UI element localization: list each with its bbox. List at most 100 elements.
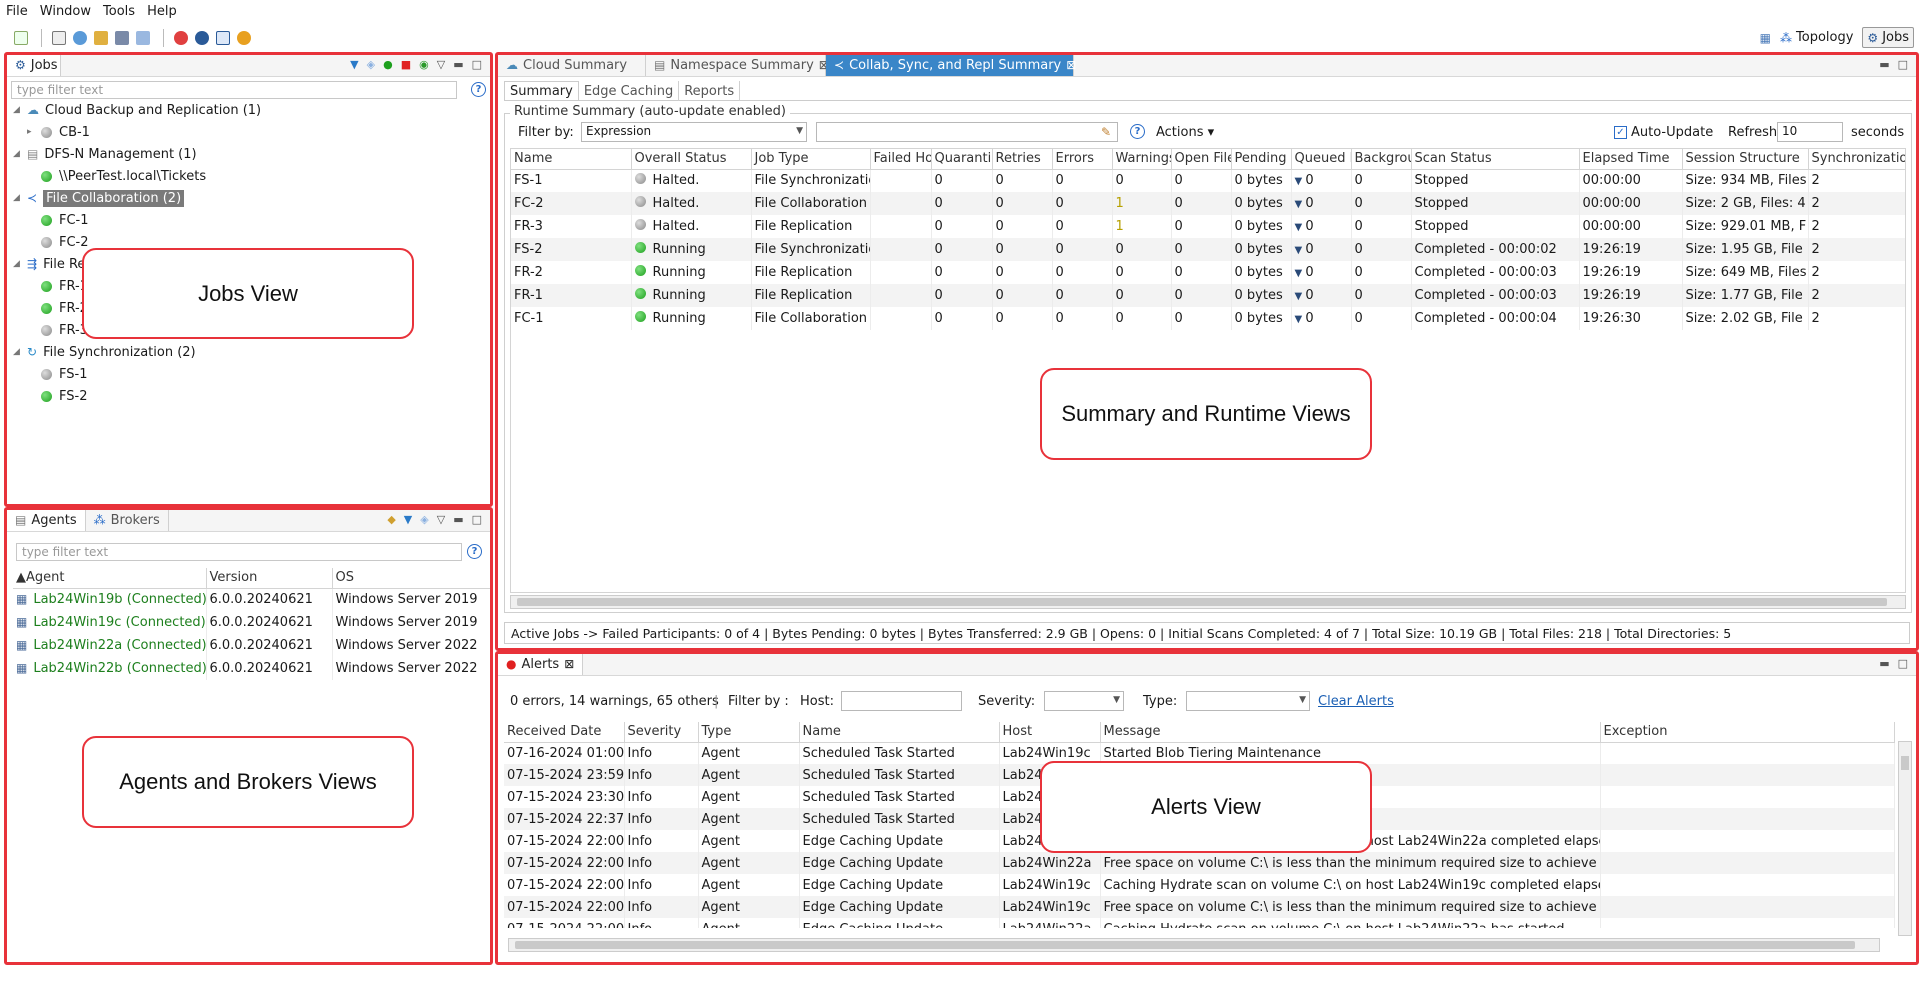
filter-by-select[interactable]: Expression ▼ <box>581 122 807 142</box>
table-row[interactable]: ▦ Lab24Win22a (Connected) 6.0.0.20240621 Wi… <box>13 634 490 657</box>
scrollbar-thumb[interactable] <box>515 941 1855 949</box>
tag-icon[interactable]: ◈ <box>367 58 375 71</box>
network-icon[interactable] <box>115 31 129 45</box>
column-header[interactable]: Retries <box>992 149 1053 170</box>
filter-expression-input[interactable] <box>816 122 1118 142</box>
severity-filter-select[interactable]: ▼ <box>1044 691 1124 711</box>
agents-icon[interactable] <box>94 31 108 45</box>
tree-job-node[interactable]: FS-2 <box>13 385 261 407</box>
expand-arrow-icon[interactable]: ◢ <box>13 259 27 269</box>
refresh-interval-spinner[interactable]: 10 <box>1777 122 1843 142</box>
alert-icon[interactable] <box>174 31 188 45</box>
menu-help[interactable]: Help <box>147 4 177 19</box>
column-header-agent[interactable]: ▲Agent <box>13 568 207 589</box>
topology-perspective-button[interactable]: ⁂ Topology <box>1775 27 1858 48</box>
column-header[interactable]: Name <box>799 722 1000 743</box>
maximize-icon[interactable]: □ <box>472 58 482 71</box>
tree-job-node[interactable]: ▸ CB-1 <box>13 121 261 143</box>
minimize-icon[interactable]: ▬ <box>1879 58 1889 71</box>
tree-group-node[interactable]: ◢ ↻ File Synchronization (2) <box>13 341 261 363</box>
minimize-icon[interactable]: ▬ <box>453 513 463 526</box>
tab-agents[interactable]: ▤ Agents <box>7 510 86 531</box>
agents-icon[interactable]: ◆ <box>387 513 395 526</box>
host-filter-input[interactable] <box>841 691 962 711</box>
tree-job-node[interactable]: FS-1 <box>13 363 261 385</box>
runtime-horizontal-scrollbar[interactable] <box>510 595 1906 609</box>
column-header[interactable]: Severity <box>624 722 699 743</box>
column-header[interactable]: Host <box>999 722 1101 743</box>
column-header[interactable]: Job Type <box>751 149 871 170</box>
new-job-icon[interactable] <box>14 31 28 45</box>
jobs-filter-input[interactable]: type filter text <box>11 81 457 99</box>
jobs-perspective-button[interactable]: ⚙ Jobs <box>1862 27 1914 48</box>
expand-arrow-icon[interactable]: ◢ <box>13 105 27 115</box>
tag-icon[interactable] <box>136 31 150 45</box>
tab-brokers[interactable]: ⁂ Brokers <box>86 510 169 531</box>
view-menu-icon[interactable]: ▽ <box>437 58 445 71</box>
column-header[interactable]: Failed Ho <box>870 149 932 170</box>
actions-menu[interactable]: Actions ▾ <box>1156 125 1214 140</box>
maximize-icon[interactable]: □ <box>472 513 482 526</box>
tree-group-node[interactable]: ◢ ☁ Cloud Backup and Replication (1) <box>13 99 261 121</box>
tag-icon[interactable]: ◈ <box>420 513 428 526</box>
close-icon[interactable]: ⊠ <box>564 657 574 671</box>
expand-arrow-icon[interactable]: ▸ <box>27 127 41 137</box>
help-icon[interactable]: ? <box>471 82 486 97</box>
expand-arrow-icon[interactable]: ◢ <box>13 193 27 203</box>
minimize-icon[interactable]: ▬ <box>453 58 463 71</box>
type-filter-select[interactable]: ▼ <box>1186 691 1310 711</box>
tab-alerts[interactable]: ● Alerts ⊠ <box>498 654 584 675</box>
maximize-icon[interactable]: □ <box>1898 657 1908 670</box>
column-header[interactable]: Queued I <box>1291 149 1352 170</box>
help-icon[interactable]: ? <box>467 544 482 559</box>
table-row[interactable]: FS-2 Running File Synchronizatio 0 0 0 0 0 0 byt… <box>511 238 1905 261</box>
help-icon[interactable]: ? <box>1130 124 1145 139</box>
column-header[interactable]: Message <box>1100 722 1601 743</box>
refresh-icon[interactable] <box>237 31 251 45</box>
column-header[interactable]: Session Structure <box>1682 149 1809 170</box>
view-menu-icon[interactable]: ▽ <box>437 513 445 526</box>
tree-job-node[interactable]: \\PeerTest.local\Tickets <box>13 165 261 187</box>
alerts-vertical-scrollbar[interactable] <box>1898 741 1912 936</box>
tree-group-node[interactable]: ◢ ▤ DFS-N Management (1) <box>13 143 261 165</box>
clear-alerts-link[interactable]: Clear Alerts <box>1318 694 1394 709</box>
column-header[interactable]: Quarantin <box>931 149 993 170</box>
column-header-os[interactable]: OS <box>332 568 490 589</box>
subtab-summary[interactable]: Summary <box>504 81 579 101</box>
column-header[interactable]: Type <box>698 722 800 743</box>
tab-namespace-summary[interactable]: ▤ Namespace Summary ⊠ <box>646 55 829 76</box>
minimize-icon[interactable]: ▬ <box>1879 657 1889 670</box>
column-header[interactable]: Scan Status <box>1411 149 1580 170</box>
column-header[interactable]: Overall Status <box>631 149 752 170</box>
column-header[interactable]: Open File <box>1171 149 1232 170</box>
tab-collab-sync-repl-summary[interactable]: ≺ Collab, Sync, and Repl Summary ⊠ <box>826 55 1076 76</box>
list-icon[interactable] <box>52 31 66 45</box>
edit-icon[interactable]: ✎ <box>1101 125 1111 139</box>
tab-jobs[interactable]: ⚙ Jobs <box>7 55 61 76</box>
globe-icon[interactable] <box>73 31 87 45</box>
auto-update-checkbox[interactable]: ✓ Auto-Update <box>1614 125 1713 140</box>
tree-group-node[interactable]: ◢ ≺ File Collaboration (2) <box>13 187 261 209</box>
subtab-reports[interactable]: Reports <box>679 81 741 101</box>
column-header[interactable]: Backgrou <box>1351 149 1412 170</box>
scrollbar-thumb[interactable] <box>517 598 1887 606</box>
report-icon[interactable] <box>216 31 230 45</box>
column-header-version[interactable]: Version <box>206 568 333 589</box>
column-header[interactable]: Errors <box>1052 149 1113 170</box>
table-row[interactable]: ▦ Lab24Win22b (Connected) 6.0.0.20240621 Wi… <box>13 657 490 680</box>
gear-icon[interactable] <box>195 31 209 45</box>
table-row[interactable]: FC-1 Running File Collaboration 0 0 0 0 0 0 byte… <box>511 307 1905 330</box>
subtab-edge-caching[interactable]: Edge Caching <box>579 81 680 101</box>
start-icon[interactable]: ● <box>383 58 393 71</box>
maximize-icon[interactable]: □ <box>1898 58 1908 71</box>
menu-file[interactable]: File <box>6 4 28 19</box>
column-header[interactable]: Pending B <box>1231 149 1292 170</box>
table-row[interactable]: 07-15-2024 22:00InfoAgentEdge Caching Up… <box>504 852 1895 874</box>
table-row[interactable]: ▦ Lab24Win19c (Connected) 6.0.0.20240621 Wi… <box>13 611 490 634</box>
menu-window[interactable]: Window <box>40 4 91 19</box>
column-header[interactable]: Name <box>511 149 632 170</box>
filter-icon[interactable]: ▼ <box>404 513 412 526</box>
column-header[interactable]: Elapsed Time <box>1579 149 1683 170</box>
expand-arrow-icon[interactable]: ◢ <box>13 347 27 357</box>
table-row[interactable]: FS-1 Halted. File Synchronizatio 0 0 0 0 0 0 byt… <box>511 169 1905 192</box>
